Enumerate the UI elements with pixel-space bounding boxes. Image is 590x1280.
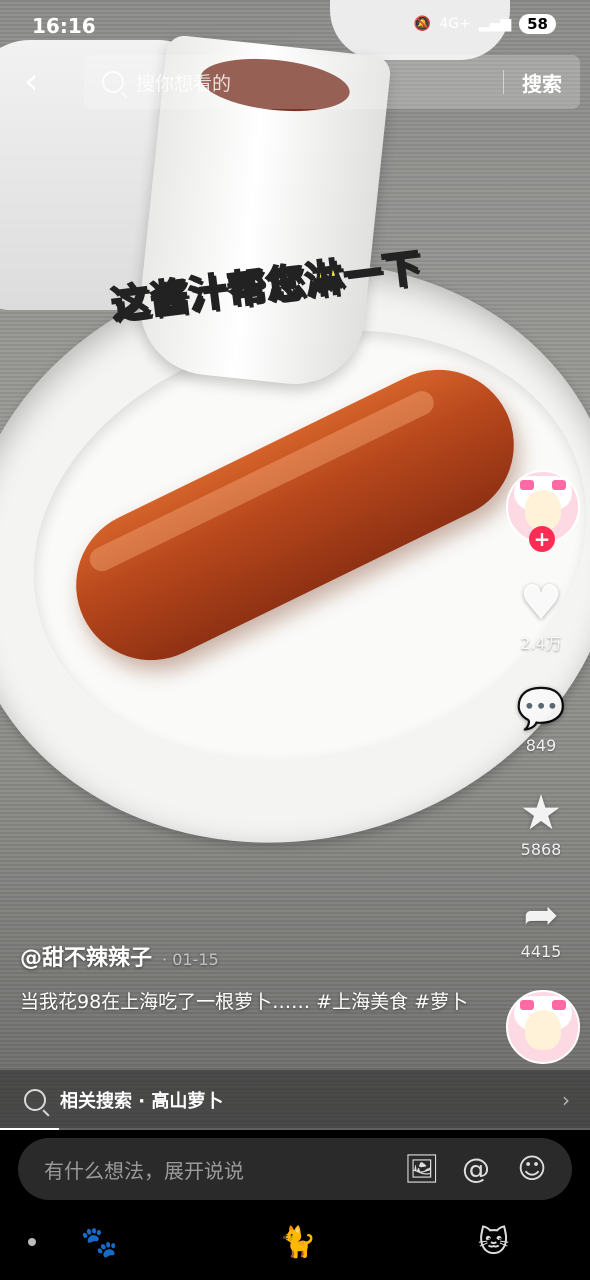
search-button[interactable]: 搜索 (504, 68, 580, 97)
search-bar[interactable]: 搜你想看的 搜索 (84, 55, 580, 109)
heart-icon[interactable]: ♥ (506, 576, 576, 630)
cat-home-icon[interactable]: 🐈 (279, 1225, 316, 1260)
like-count: 2.4万 (520, 634, 562, 653)
author-line[interactable]: @甜不辣辣子 · 01-15 (20, 940, 219, 972)
search-icon (102, 71, 124, 93)
system-nav-bar: 🐾 🐈 🐱 (0, 1205, 590, 1280)
star-icon[interactable]: ★ (506, 786, 576, 840)
image-icon[interactable]: 🖼 (404, 1153, 440, 1185)
avatar-bow-left (520, 480, 534, 490)
chevron-right-icon: › (562, 1088, 570, 1112)
comment-input-bar[interactable]: 有什么想法，展开说说 🖼 @ ☺ (18, 1138, 572, 1200)
music-avatar-face (525, 1010, 561, 1050)
back-icon[interactable]: ‹ (24, 62, 64, 102)
avatar-face (525, 490, 561, 530)
share-count: 4415 (520, 942, 562, 961)
music-avatar[interactable] (506, 990, 580, 1064)
music-avatar-bow-right (552, 1000, 566, 1010)
battery-level: 58 (519, 14, 556, 34)
video-progress[interactable] (0, 1128, 590, 1130)
like-group[interactable]: ♥ 2.4万 (506, 576, 576, 654)
music-disc[interactable] (506, 990, 580, 1064)
related-search-bar[interactable]: 相关搜索 · 高山萝卜 › (0, 1070, 590, 1130)
paw-icon[interactable]: 🐾 (81, 1225, 118, 1260)
author-name[interactable]: @甜不辣辣子 (20, 946, 152, 971)
comment-icon[interactable]: 💬 (506, 682, 576, 736)
share-icon[interactable]: ➦ (506, 888, 576, 942)
author-avatar-container[interactable]: + (506, 470, 580, 552)
emoji-icon[interactable]: ☺ (516, 1153, 548, 1185)
status-time: 16:16 (32, 14, 96, 38)
related-search-text[interactable]: 相关搜索 · 高山萝卜 (60, 1087, 223, 1113)
avatar-bow-right (552, 480, 566, 490)
mute-icon: 🔕 (413, 16, 432, 32)
network-label: 4G+ (439, 16, 471, 32)
status-icons: 🔕 4G+ ▂▄▆ 58 (414, 14, 556, 34)
comment-count: 849 (525, 736, 557, 755)
video-progress-fill (0, 1128, 59, 1130)
search-input[interactable]: 搜你想看的 (136, 69, 503, 96)
signal-icon: ▂▄▆ (478, 16, 512, 32)
favorite-count: 5868 (520, 840, 562, 859)
favorite-group[interactable]: ★ 5868 (506, 786, 576, 859)
mention-icon[interactable]: @ (460, 1153, 492, 1185)
post-description: 当我花98在上海吃了一根萝卜…… #上海美食 #萝卜 (20, 991, 469, 1013)
comment-group[interactable]: 💬 849 (506, 682, 576, 755)
related-search-icon (24, 1089, 46, 1111)
post-date: · 01-15 (162, 950, 219, 969)
status-bar: 16:16 🔕 4G+ ▂▄▆ 58 (0, 0, 590, 52)
cat-back-icon[interactable]: 🐱 (478, 1225, 509, 1260)
share-group[interactable]: ➦ 4415 (506, 888, 576, 961)
follow-button[interactable]: + (529, 526, 555, 552)
comment-input[interactable]: 有什么想法，展开说说 (44, 1155, 404, 1184)
music-avatar-bow-left (520, 1000, 534, 1010)
